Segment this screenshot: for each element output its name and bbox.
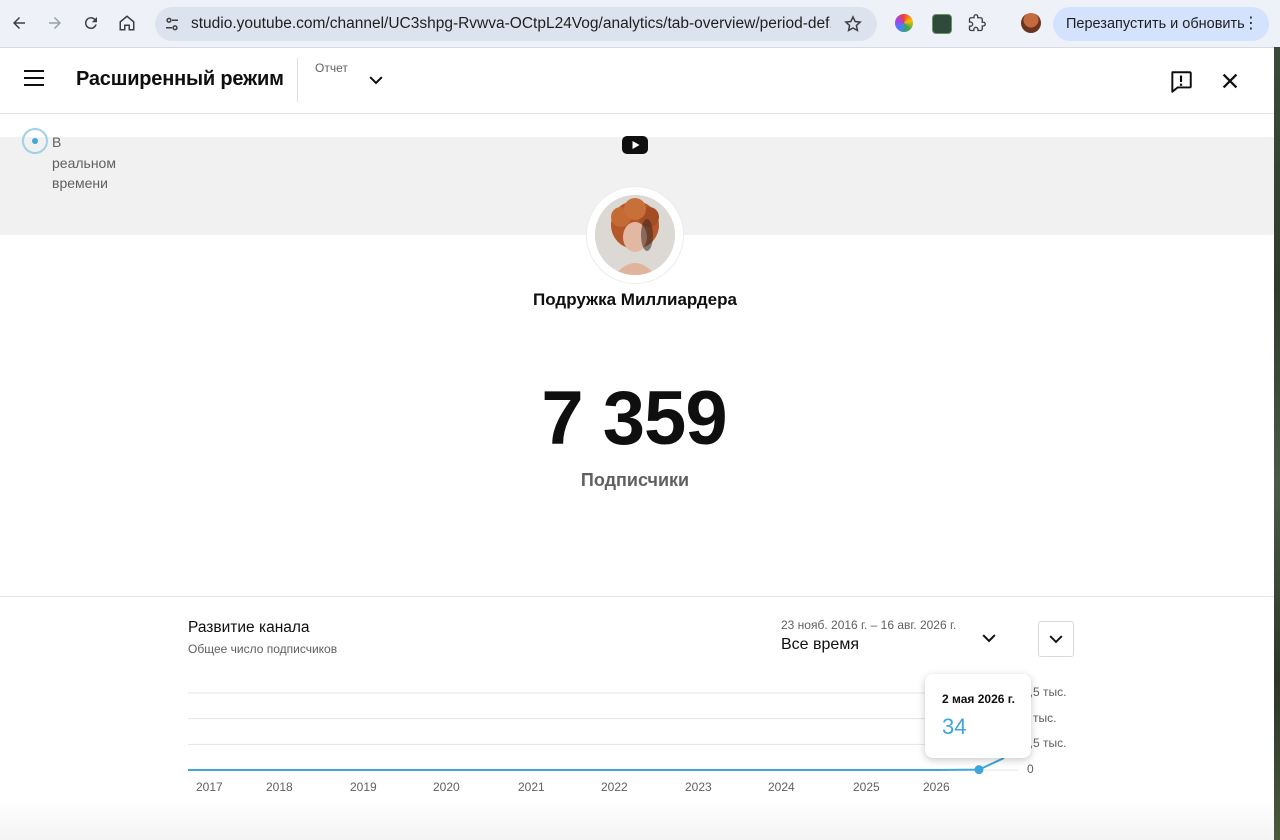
arrow-left-icon <box>13 17 25 29</box>
x-tick-label: 2017 <box>196 780 223 794</box>
growth-chart[interactable]: 0 2,5 тыс. 5 тыс. 7,5 тыс. 2017 2018 2019 2020 2… <box>0 680 1274 800</box>
more-vert-icon[interactable]: ⋮ <box>1243 16 1259 32</box>
home-icon <box>119 15 135 31</box>
x-tick-label: 2023 <box>685 780 712 794</box>
tooltip-value: 34 <box>942 714 967 739</box>
series-line <box>188 757 1005 771</box>
address-bar[interactable]: studio.youtube.com/channel/UC3shpg-Rvwva… <box>155 7 877 41</box>
youtube-logo-icon[interactable] <box>622 136 648 154</box>
realtime-indicator-icon <box>22 128 48 154</box>
bookmark-star-icon[interactable] <box>843 14 863 34</box>
x-tick-label: 2019 <box>350 780 377 794</box>
realtime-label[interactable]: В реальном времени <box>52 132 116 194</box>
relaunch-button[interactable]: Перезапустить и обновить ⋮ <box>1053 7 1269 41</box>
background-window-edge <box>1274 47 1280 840</box>
growth-subtitle: Общее число подписчиков <box>188 642 338 656</box>
channel-avatar[interactable] <box>587 187 683 283</box>
x-tick-label: 2024 <box>768 780 795 794</box>
avatar-portrait <box>595 195 675 275</box>
forward-button[interactable] <box>42 10 68 36</box>
subscriber-count: 7 359 <box>541 376 727 461</box>
chart-tooltip: 2 мая 2026 г. 34 <box>925 674 1031 758</box>
report-label: Отчет <box>315 61 348 75</box>
studio-header: Расширенный режим Отчет <box>0 48 1274 114</box>
reload-button[interactable] <box>78 10 104 36</box>
extension-colorwheel-icon[interactable] <box>895 14 913 32</box>
x-tick-label: 2026 <box>923 780 950 794</box>
url-text[interactable]: studio.youtube.com/channel/UC3shpg-Rvwva… <box>191 15 831 33</box>
back-button[interactable] <box>6 10 32 36</box>
realtime-line: времени <box>52 175 108 191</box>
header-divider <box>297 58 298 102</box>
profile-avatar[interactable] <box>1021 13 1041 33</box>
channel-avatar-image <box>595 195 675 275</box>
channel-name[interactable]: Подружка Миллиардера <box>0 290 1270 310</box>
tooltip-date: 2 мая 2026 г. <box>942 692 1015 706</box>
hover-point[interactable] <box>974 765 984 775</box>
chevron-down-icon <box>1049 635 1063 644</box>
browser-toolbar: studio.youtube.com/channel/UC3shpg-Rvwva… <box>0 0 1280 48</box>
close-icon[interactable] <box>1219 70 1241 92</box>
date-range-dates[interactable]: 23 нояб. 2016 г. – 16 авг. 2026 г. <box>781 618 956 632</box>
realtime-line: В <box>52 134 62 150</box>
growth-title: Развитие канала <box>188 619 310 636</box>
reload-icon <box>84 17 97 30</box>
page-title: Расширенный режим <box>76 68 284 90</box>
extensions-puzzle-icon[interactable] <box>968 14 986 32</box>
chevron-down-icon[interactable] <box>979 628 999 648</box>
bottom-fade <box>0 800 1274 840</box>
relaunch-label: Перезапустить и обновить <box>1066 16 1245 32</box>
expand-chart-button[interactable] <box>1038 621 1074 657</box>
site-settings-icon[interactable] <box>163 15 181 33</box>
date-range-value[interactable]: Все время <box>781 636 859 654</box>
x-tick-label: 2020 <box>433 780 460 794</box>
subscriber-label: Подписчики <box>580 470 690 490</box>
chart-svg <box>188 692 1018 775</box>
home-button[interactable] <box>114 10 140 36</box>
realtime-line: реальном <box>52 154 116 171</box>
feedback-icon[interactable] <box>1168 69 1194 95</box>
chevron-down-icon[interactable] <box>366 70 386 90</box>
menu-icon[interactable] <box>24 70 44 88</box>
x-tick-label: 2022 <box>601 780 628 794</box>
x-tick-label: 2025 <box>853 780 880 794</box>
x-tick-label: 2018 <box>266 780 293 794</box>
y-tick-label: 0 <box>1027 762 1034 776</box>
section-divider <box>0 596 1274 597</box>
x-tick-label: 2021 <box>518 780 545 794</box>
arrow-right-icon <box>49 17 61 29</box>
extension-green-icon[interactable] <box>932 14 952 34</box>
